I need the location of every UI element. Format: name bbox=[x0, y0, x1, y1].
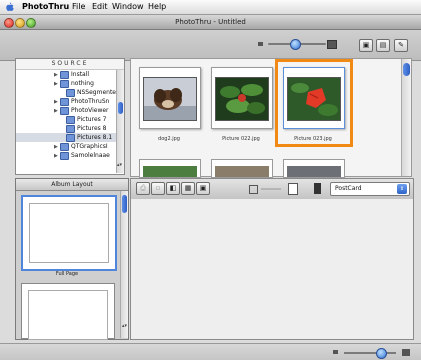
save-icon[interactable]: ▫ bbox=[151, 182, 165, 195]
pin-icon[interactable]: ✎ bbox=[394, 39, 408, 52]
source-header: SOURCE bbox=[16, 59, 124, 70]
layout-full-page[interactable] bbox=[21, 195, 117, 271]
dog-photo-icon bbox=[143, 77, 197, 121]
photo-thumbnail[interactable] bbox=[211, 67, 273, 129]
selection-highlight bbox=[275, 59, 353, 147]
slider-knob[interactable] bbox=[376, 348, 387, 359]
show-album-button[interactable]: ▣ bbox=[359, 39, 373, 52]
hscroll-arrows[interactable]: ▴▾ bbox=[116, 162, 123, 173]
source-item-selected[interactable]: Pictures 8.1 bbox=[16, 133, 116, 142]
folder-icon bbox=[66, 124, 75, 133]
app-menu[interactable]: PhotoThru bbox=[22, 0, 69, 14]
browser-scrollbar[interactable] bbox=[401, 59, 411, 176]
print-icon[interactable]: ⎙ bbox=[136, 182, 150, 195]
photo-thumbnail[interactable] bbox=[283, 159, 345, 178]
scroll-thumb[interactable] bbox=[122, 195, 127, 213]
edit-menu[interactable]: Edit bbox=[92, 0, 108, 14]
layout-canvas[interactable] bbox=[130, 199, 414, 340]
large-page-icon bbox=[288, 183, 298, 195]
status-bar bbox=[0, 343, 421, 360]
folder-icon bbox=[60, 97, 69, 106]
window-title: PhotoThru - Untitled bbox=[175, 18, 246, 26]
scroll-thumb[interactable] bbox=[118, 102, 123, 114]
scroll-thumb[interactable] bbox=[403, 63, 410, 76]
layout-thumbnail[interactable] bbox=[21, 283, 115, 340]
grid-icon[interactable]: ▦ bbox=[181, 182, 195, 195]
small-page-icon bbox=[249, 185, 258, 194]
album-layout-header: Album Layout bbox=[16, 179, 128, 191]
main-toolbar: ▣ ▤ ✎ bbox=[0, 30, 421, 61]
thumbnail-label: dog2.jpg bbox=[158, 136, 180, 142]
photo-browser: dog2.jpg Picture 022.jpg Picture 023.jpg bbox=[130, 58, 412, 178]
folder-icon bbox=[60, 106, 69, 115]
album-scrollbar[interactable]: ▴▾ bbox=[120, 191, 128, 338]
album-layout-panel: Album Layout Full Page ▴▾ bbox=[15, 178, 129, 340]
folder-icon bbox=[66, 133, 75, 142]
chevron-down-icon: ⇕ bbox=[397, 184, 407, 194]
folder-icon bbox=[60, 142, 69, 151]
thumbnail-small-icon bbox=[258, 42, 263, 46]
folder-icon bbox=[60, 70, 69, 79]
layout-select[interactable]: PostCard ⇕ bbox=[330, 182, 410, 196]
scroll-arrows[interactable]: ▴▾ bbox=[121, 323, 128, 329]
folder-icon bbox=[60, 79, 69, 88]
zoom-slider[interactable] bbox=[344, 352, 396, 354]
folder-icon bbox=[66, 115, 75, 124]
slider-knob[interactable] bbox=[290, 39, 301, 50]
layout-label: Full Page bbox=[55, 271, 79, 277]
small-grid-icon bbox=[333, 350, 338, 354]
menu-bar: PhotoThru File Edit Window Help bbox=[0, 0, 421, 15]
source-panel: SOURCE ▶ Install ▶ nothing NSSegmentee ▶ Ph… bbox=[15, 58, 125, 175]
help-menu[interactable]: Help bbox=[148, 0, 166, 14]
large-grid-icon bbox=[402, 349, 410, 356]
show-browser-button[interactable]: ▤ bbox=[376, 39, 390, 52]
thumbnail-label: Picture 022.jpg bbox=[222, 136, 260, 142]
photo-thumbnail[interactable] bbox=[139, 159, 201, 178]
photo-thumbnail[interactable] bbox=[139, 67, 201, 129]
page-size-slider[interactable] bbox=[261, 188, 281, 190]
folder-icon bbox=[66, 88, 75, 97]
thumbnail-large-icon bbox=[327, 40, 337, 49]
frame-icon[interactable]: ▣ bbox=[196, 182, 210, 195]
photo-thumbnail[interactable] bbox=[211, 159, 273, 178]
file-menu[interactable]: File bbox=[72, 0, 85, 14]
window-menu[interactable]: Window bbox=[112, 0, 144, 14]
orientation-icon[interactable] bbox=[314, 183, 321, 194]
export-icon[interactable]: ◧ bbox=[166, 182, 180, 195]
apple-menu-icon[interactable] bbox=[6, 2, 14, 12]
folder-icon bbox=[60, 151, 69, 160]
window-titlebar[interactable]: PhotoThru - Untitled bbox=[0, 15, 421, 30]
source-scrollbar[interactable] bbox=[116, 70, 124, 173]
leaves-photo-icon bbox=[215, 77, 269, 121]
